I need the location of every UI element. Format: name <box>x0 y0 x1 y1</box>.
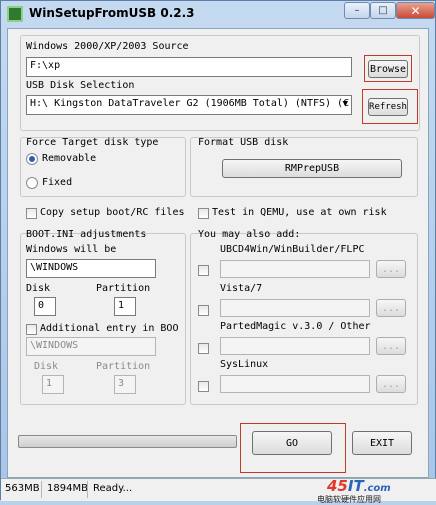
disk-input[interactable]: 0 <box>34 297 56 316</box>
partition-label: Partition <box>96 283 151 294</box>
site-watermark: 45IT.com 电脑软硬件应用网 <box>317 477 427 504</box>
exit-button[interactable]: EXIT <box>352 431 412 455</box>
vista7-checkbox[interactable] <box>198 305 209 316</box>
status-size-total: 563MB <box>5 483 40 494</box>
minimize-button[interactable]: – <box>344 2 370 19</box>
source-label: Windows 2000/XP/2003 Source <box>26 41 189 52</box>
partition-input[interactable]: 1 <box>114 297 136 316</box>
usb-disk-value: H:\ Kingston DataTraveler G2 (1906MB Tot… <box>30 98 350 109</box>
windows-will-be-label: Windows will be <box>26 244 117 255</box>
fixed-radio[interactable] <box>26 177 38 189</box>
title-bar[interactable]: WinSetupFromUSB 0.2.3 – □ ✕ <box>1 1 435 27</box>
ubcd4win-label: UBCD4Win/WinBuilder/FLPC <box>220 244 365 255</box>
qemu-checkbox[interactable] <box>198 208 209 219</box>
ubcd4win-path-input[interactable] <box>220 260 370 278</box>
partition2-input[interactable]: 3 <box>114 375 136 394</box>
syslinux-path-input[interactable] <box>220 375 370 393</box>
rmprepusb-button[interactable]: RMPrepUSB <box>222 159 402 178</box>
disk2-label: Disk <box>34 361 59 372</box>
partedmagic-label: PartedMagic v.3.0 / Other <box>220 321 371 332</box>
additional-path-input[interactable]: \WINDOWS <box>26 337 156 356</box>
partedmagic-checkbox[interactable] <box>198 343 209 354</box>
additional-entry-label: Additional entry in BOO <box>40 323 179 334</box>
window-title: WinSetupFromUSB 0.2.3 <box>29 6 195 20</box>
ubcd4win-checkbox[interactable] <box>198 265 209 276</box>
source-path-input[interactable]: F:\xp <box>26 57 352 77</box>
copy-boot-label: Copy setup boot/RC files <box>40 207 185 218</box>
removable-label: Removable <box>42 153 97 164</box>
status-separator <box>87 481 88 498</box>
removable-radio[interactable] <box>26 153 38 165</box>
syslinux-label: SysLinux <box>220 359 269 370</box>
disk-label: Disk <box>26 283 51 294</box>
browse-highlight <box>364 55 412 82</box>
maximize-button[interactable]: □ <box>370 2 396 19</box>
vista7-browse-button[interactable]: ... <box>376 299 406 317</box>
fixed-label: Fixed <box>42 177 73 188</box>
partition2-label: Partition <box>96 361 151 372</box>
windows-path-input[interactable]: \WINDOWS <box>26 259 156 278</box>
qemu-label: Test in QEMU, use at own risk <box>212 207 387 218</box>
bootini-title: BOOT.INI adjustments <box>26 229 147 240</box>
status-size-disk: 1894MB <box>47 483 88 494</box>
force-target-title: Force Target disk type <box>26 137 159 148</box>
disk2-input[interactable]: 1 <box>42 375 64 394</box>
refresh-highlight <box>362 89 418 124</box>
close-button[interactable]: ✕ <box>396 2 435 19</box>
app-icon <box>7 6 23 22</box>
progress-bar <box>18 435 237 448</box>
main-panel: Windows 2000/XP/2003 Source F:\xp Browse… <box>7 28 429 478</box>
status-separator <box>41 481 42 498</box>
go-button[interactable]: GO <box>252 431 332 455</box>
also-add-title: You may also add: <box>198 229 301 240</box>
usb-disk-select[interactable]: H:\ Kingston DataTraveler G2 (1906MB Tot… <box>26 95 352 115</box>
partedmagic-browse-button[interactable]: ... <box>376 337 406 355</box>
additional-entry-checkbox[interactable] <box>26 324 37 335</box>
usb-label: USB Disk Selection <box>26 80 135 91</box>
watermark-logo: 45IT.com <box>327 477 391 495</box>
format-usb-title: Format USB disk <box>198 137 289 148</box>
copy-boot-checkbox[interactable] <box>26 208 37 219</box>
syslinux-browse-button[interactable]: ... <box>376 375 406 393</box>
vista7-label: Vista/7 <box>220 283 263 294</box>
status-message: Ready... <box>93 483 133 494</box>
syslinux-checkbox[interactable] <box>198 381 209 392</box>
app-window: WinSetupFromUSB 0.2.3 – □ ✕ Windows 2000… <box>0 0 436 504</box>
partedmagic-path-input[interactable] <box>220 337 370 355</box>
ubcd4win-browse-button[interactable]: ... <box>376 260 406 278</box>
chevron-down-icon: ▼ <box>342 99 348 109</box>
vista7-path-input[interactable] <box>220 299 370 317</box>
